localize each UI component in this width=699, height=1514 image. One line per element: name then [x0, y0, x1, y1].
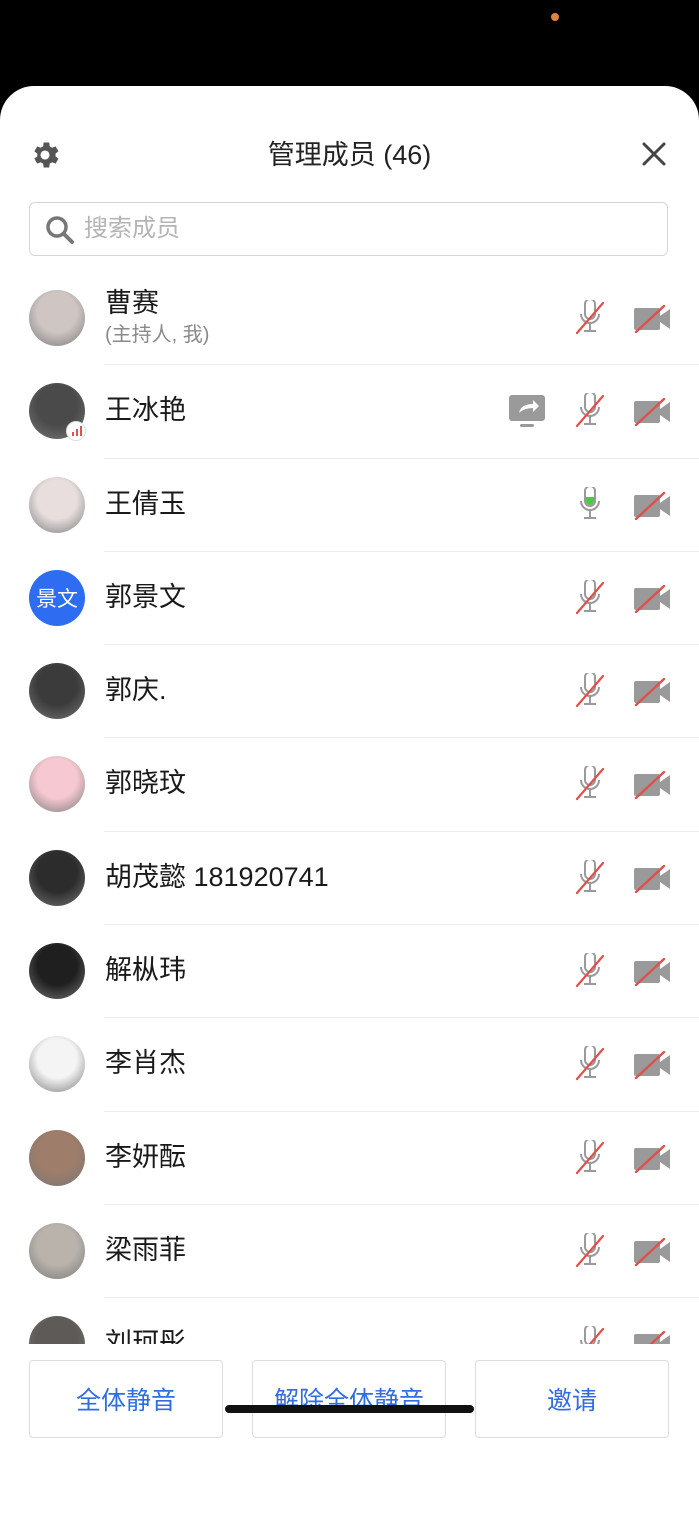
member-name: 胡茂懿 181920741 [105, 861, 329, 892]
status-indicator-dot [551, 13, 559, 21]
member-name: 李妍酝 [105, 1141, 186, 1172]
member-row[interactable]: 郭晓玟 [0, 738, 699, 832]
member-row[interactable]: 刘珂彤 [0, 1298, 699, 1344]
avatar [29, 663, 85, 720]
microphone-muted-icon[interactable] [574, 391, 606, 431]
member-name: 梁雨菲 [105, 1234, 186, 1265]
avatar [29, 476, 85, 533]
microphone-muted-icon[interactable] [574, 298, 606, 338]
microphone-muted-icon[interactable] [574, 1231, 606, 1271]
member-name: 郭景文 [105, 581, 186, 612]
page-title: 管理成员 (46) [267, 140, 432, 170]
camera-off-icon[interactable] [633, 304, 671, 334]
member-name: 解枞玮 [105, 955, 186, 986]
microphone-muted-icon[interactable] [574, 1324, 606, 1344]
header: 管理成员 (46) [0, 86, 699, 202]
member-name: 曹赛 [105, 288, 159, 318]
unmute-all-button[interactable]: 解除全体静音 [252, 1360, 446, 1438]
member-name: 李肖杰 [105, 1048, 186, 1079]
microphone-muted-icon[interactable] [574, 1137, 606, 1178]
microphone-muted-icon[interactable] [574, 951, 606, 991]
camera-off-icon[interactable] [633, 584, 671, 614]
camera-off-icon[interactable] [633, 1144, 671, 1173]
microphone-icon[interactable] [574, 484, 606, 525]
audio-level-badge [66, 421, 86, 442]
search-placeholder: 搜索成员 [84, 215, 180, 242]
microphone-muted-icon[interactable] [574, 577, 606, 618]
camera-off-icon[interactable] [633, 1051, 671, 1080]
member-row[interactable]: 李肖杰 [0, 1018, 699, 1112]
camera-off-icon[interactable] [633, 677, 671, 707]
member-row[interactable]: 王倩玉 [0, 459, 699, 552]
microphone-muted-icon[interactable] [574, 764, 606, 804]
invite-button[interactable]: 邀请 [475, 1360, 669, 1438]
search-input[interactable]: 搜索成员 [29, 202, 668, 256]
camera-off-icon[interactable] [633, 1331, 671, 1344]
camera-off-icon[interactable] [633, 398, 671, 427]
member-row[interactable]: 解枞玮 [0, 925, 699, 1019]
microphone-muted-icon[interactable] [574, 857, 606, 898]
avatar: 景文 [29, 569, 85, 626]
member-row[interactable]: 王冰艳 [0, 365, 699, 459]
camera-off-icon[interactable] [633, 864, 671, 893]
member-list[interactable]: 曹赛 (主持人, 我) 王冰艳王倩玉景文 郭景文郭庆. 郭晓玟胡茂懿 181920741… [0, 272, 699, 1344]
avatar [29, 1222, 85, 1279]
avatar [29, 290, 85, 346]
member-name: 刘珂彤 [105, 1328, 186, 1344]
member-role-label: (主持人, 我) [105, 324, 210, 346]
member-row[interactable]: 李妍酝 [0, 1112, 699, 1205]
avatar [29, 1316, 85, 1344]
search-icon [46, 216, 74, 244]
member-row[interactable]: 胡茂懿 181920741 [0, 832, 699, 926]
microphone-muted-icon[interactable] [574, 1044, 606, 1084]
footer-actions: 全体静音 解除全体静音 邀请 [0, 1360, 699, 1440]
home-indicator [225, 1405, 474, 1413]
avatar [29, 849, 85, 906]
member-row[interactable]: 曹赛 (主持人, 我) [0, 272, 699, 366]
microphone-muted-icon[interactable] [574, 671, 606, 711]
mute-all-button[interactable]: 全体静音 [29, 1360, 223, 1438]
avatar [29, 1036, 85, 1093]
avatar [29, 1129, 85, 1186]
camera-off-icon[interactable] [633, 771, 671, 800]
member-row[interactable]: 梁雨菲 [0, 1205, 699, 1299]
member-name: 王冰艳 [105, 395, 186, 426]
member-row[interactable]: 郭庆. [0, 645, 699, 739]
camera-off-icon[interactable] [633, 491, 671, 520]
member-name: 王倩玉 [105, 488, 186, 519]
camera-off-icon[interactable] [633, 1237, 671, 1267]
member-name: 郭晓玟 [105, 768, 186, 799]
manage-members-sheet: 管理成员 (46) 搜索成员 曹赛 (主持人, 我) 王冰艳王倩玉景文 郭景文郭庆. 郭… [0, 86, 699, 1514]
member-name: 郭庆. [105, 675, 167, 706]
camera-off-icon[interactable] [633, 957, 671, 987]
avatar [29, 756, 85, 813]
close-icon[interactable] [640, 140, 668, 168]
avatar [29, 943, 85, 1000]
screen-share-icon[interactable] [507, 393, 547, 431]
member-row[interactable]: 景文 郭景文 [0, 552, 699, 646]
